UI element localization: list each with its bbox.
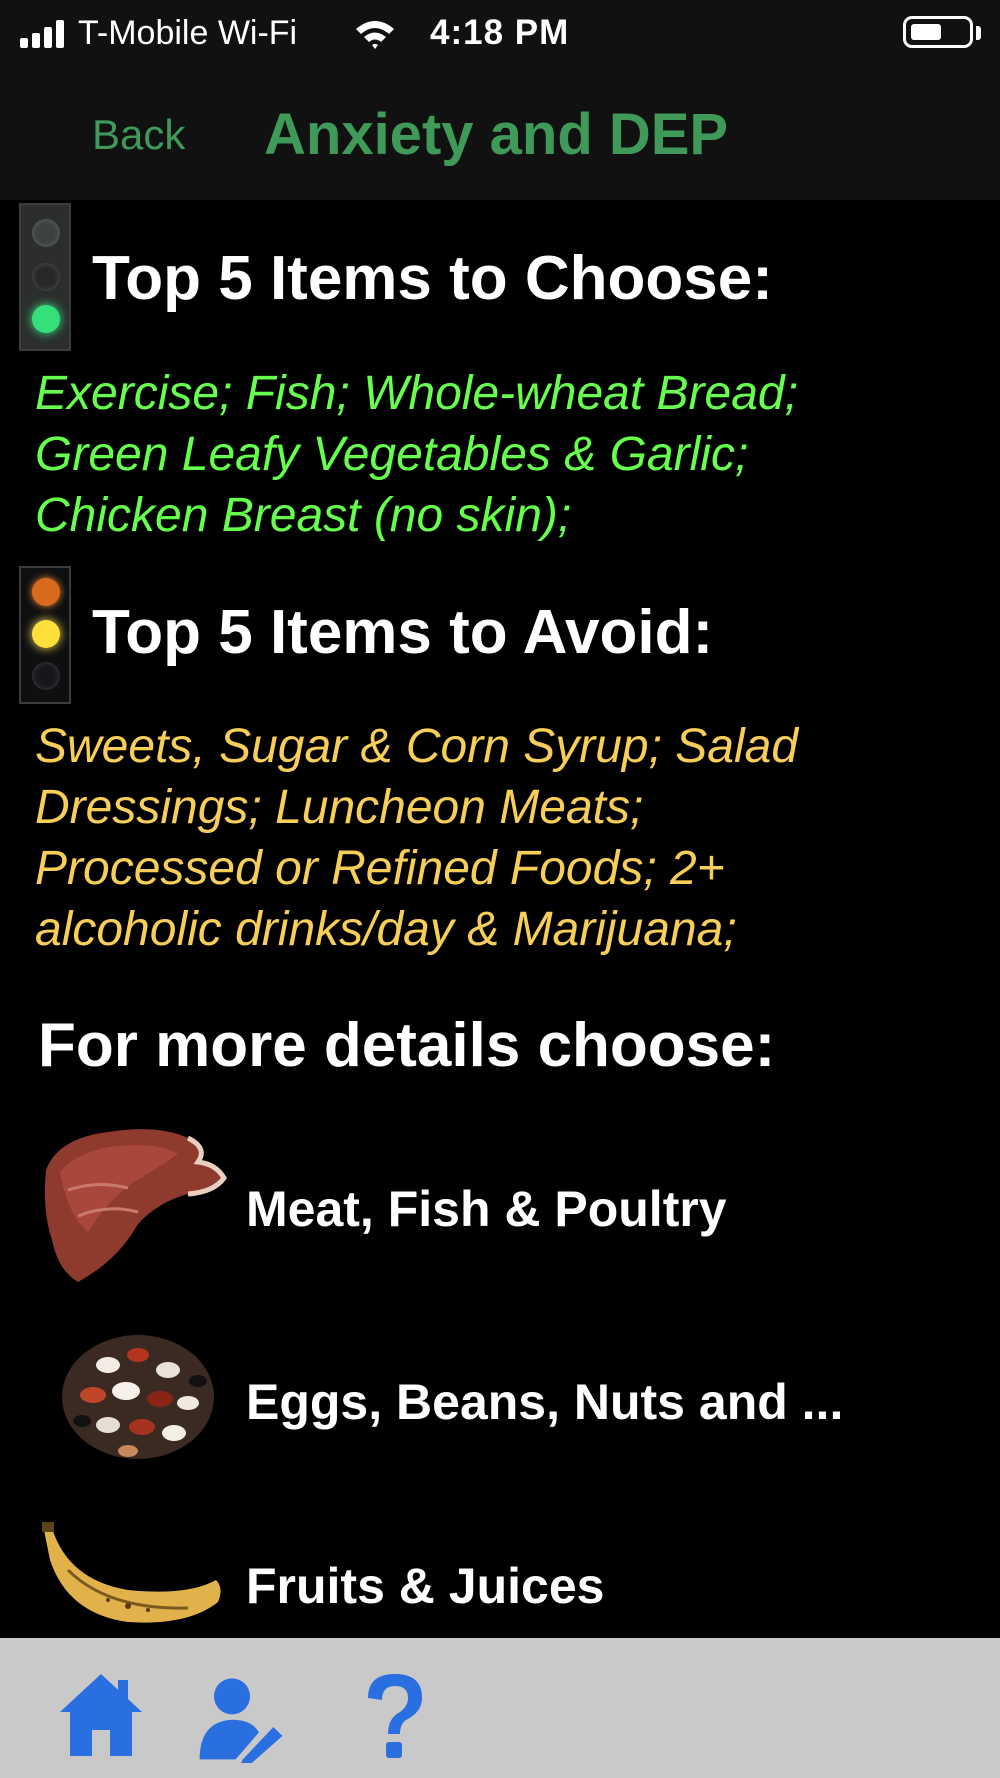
avoid-line: Dressings; Luncheon Meats; [35, 781, 644, 834]
details-heading: For more details choose: [38, 1011, 776, 1080]
battery-icon [903, 16, 973, 48]
avoid-items-text: Sweets, Sugar & Corn Syrup; Salad Dressi… [35, 716, 965, 960]
avoid-line: Processed or Refined Foods; 2+ [35, 842, 725, 895]
list-item-eggs-beans[interactable]: Eggs, Beans, Nuts and ... [0, 1315, 1000, 1485]
help-icon[interactable] [350, 1668, 440, 1768]
list-item-label: Fruits & Juices [246, 1558, 605, 1614]
battery-cap [976, 26, 981, 40]
home-icon[interactable] [56, 1668, 146, 1768]
steak-icon [44, 1129, 227, 1282]
avoid-heading: Top 5 Items to Avoid: [92, 598, 714, 667]
back-button[interactable]: Back [92, 111, 185, 159]
banana-icon [42, 1522, 221, 1623]
tab-bar [0, 1638, 1000, 1778]
avoid-line: alcoholic drinks/day & Marijuana; [35, 903, 737, 956]
beans-icon [62, 1335, 214, 1459]
green-traffic-light-icon [19, 203, 71, 351]
avoid-line: Sweets, Sugar & Corn Syrup; Salad [35, 720, 799, 773]
edit-profile-icon[interactable] [196, 1668, 286, 1768]
choose-line: Green Leafy Vegetables & Garlic; [35, 428, 749, 481]
carrier-name: T-Mobile Wi-Fi [78, 14, 298, 52]
status-time: 4:18 PM [430, 13, 570, 52]
choose-line: Chicken Breast (no skin); [35, 489, 572, 542]
choose-line: Exercise; Fish; Whole-wheat Bread; [35, 367, 798, 420]
wifi-icon [356, 21, 394, 49]
choose-heading: Top 5 Items to Choose: [92, 244, 773, 313]
list-item-meat[interactable]: Meat, Fish & Poultry [0, 1120, 1000, 1290]
navigation-bar: Back Anxiety and DEP [0, 68, 1000, 200]
page-title: Anxiety and DEP [264, 102, 729, 167]
choose-items-text: Exercise; Fish; Whole-wheat Bread; Green… [35, 363, 965, 546]
cellular-signal-icon [20, 20, 66, 48]
list-item-label: Meat, Fish & Poultry [246, 1181, 727, 1237]
yellow-traffic-light-icon [19, 566, 71, 704]
status-bar: T-Mobile Wi-Fi 4:18 PM [0, 0, 1000, 68]
list-item-label: Eggs, Beans, Nuts and ... [246, 1374, 844, 1430]
